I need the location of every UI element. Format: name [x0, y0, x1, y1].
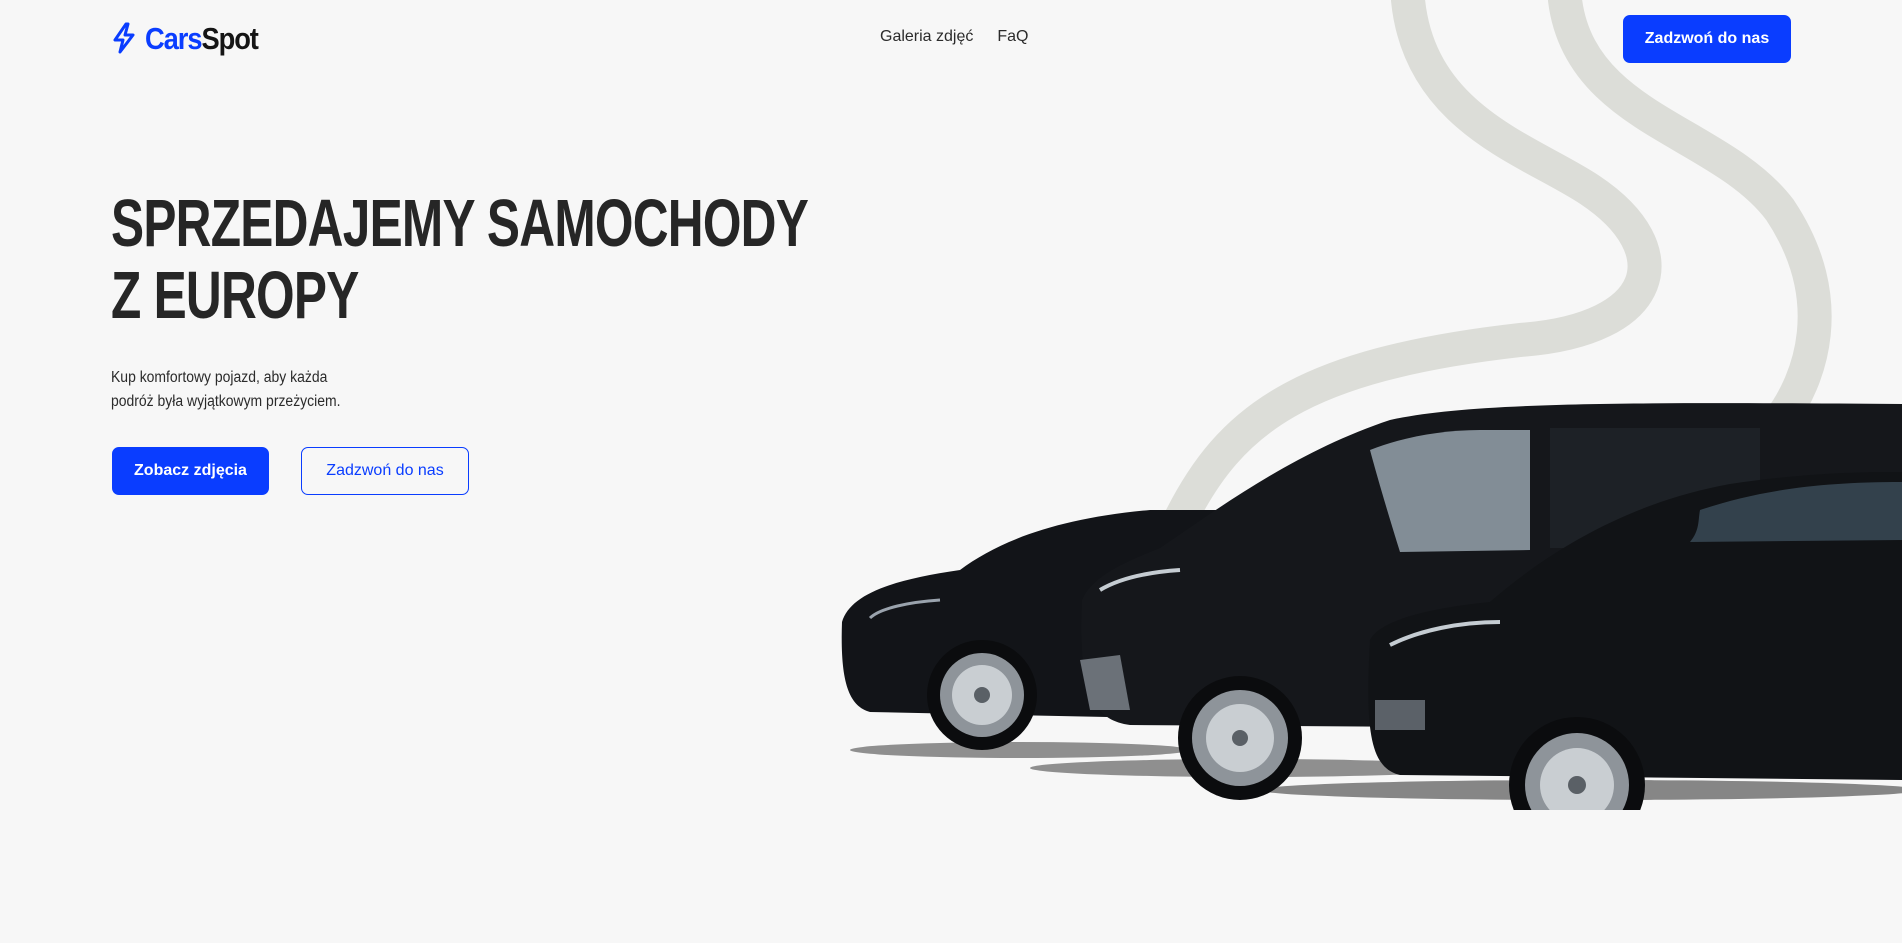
hero-subtitle-line1: Kup komfortowy pojazd, aby każda: [111, 369, 328, 386]
hero-call-button[interactable]: Zadzwoń do nas: [301, 447, 469, 495]
hero-subtitle-line2: podróż była wyjątkowym przeżyciem.: [111, 393, 341, 410]
hero-title-line1: SPRZEDAJEMY SAMOCHODY: [111, 186, 809, 261]
cars-image: [841, 403, 1902, 810]
landing-page: CarsSpot Galeria zdjęć FaQ Zadzwoń do na…: [0, 0, 1902, 943]
brand-name-cars: Cars: [145, 20, 203, 56]
hero-title: SPRZEDAJEMY SAMOCHODY Z EUROPY: [111, 186, 809, 333]
hero-title-line2: Z EUROPY: [111, 258, 359, 333]
nav-item-faq[interactable]: FaQ: [997, 28, 1028, 46]
brand-name: CarsSpot: [145, 20, 259, 56]
lightning-bolt-icon: [113, 22, 135, 54]
header-call-button[interactable]: Zadzwoń do nas: [1623, 15, 1791, 63]
nav-item-gallery[interactable]: Galeria zdjęć: [880, 28, 973, 46]
view-photos-button[interactable]: Zobacz zdjęcia: [112, 447, 269, 495]
brand-logo[interactable]: CarsSpot: [111, 20, 273, 56]
hero-subtitle: Kup komfortowy pojazd, aby każda podróż …: [111, 366, 340, 414]
site-header: CarsSpot Galeria zdjęć FaQ Zadzwoń do na…: [0, 0, 1902, 78]
brand-name-spot: Spot: [201, 20, 258, 56]
main-nav: Galeria zdjęć FaQ: [880, 28, 1029, 46]
